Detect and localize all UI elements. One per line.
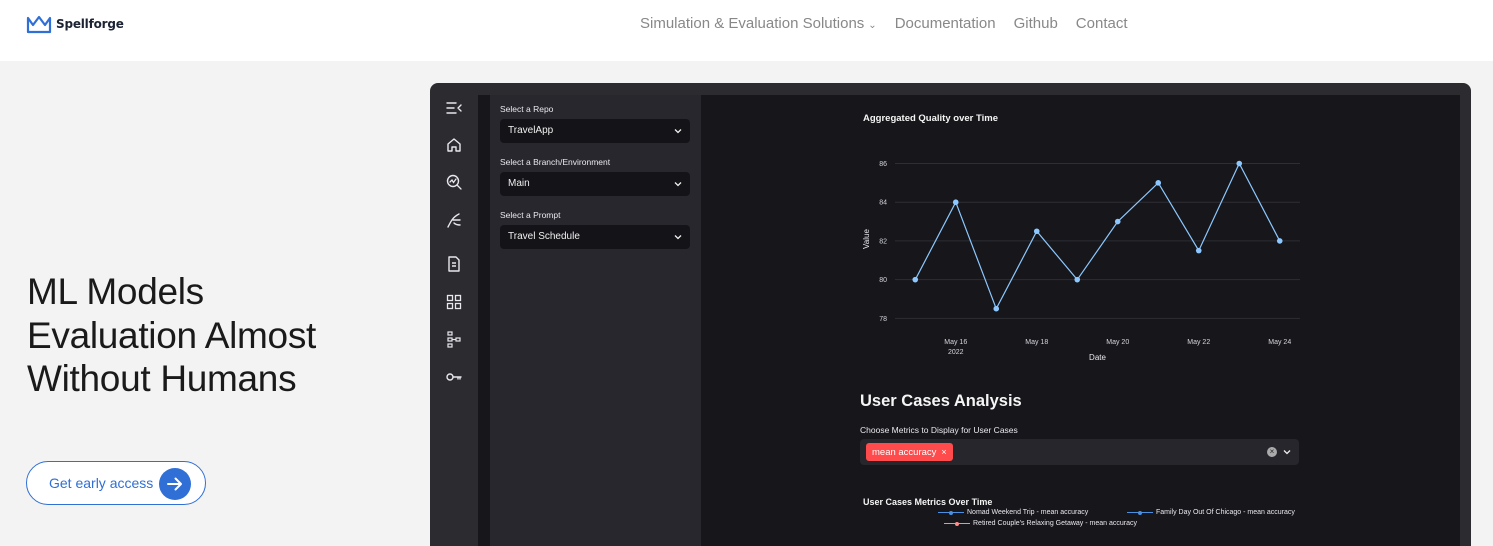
nav-item-contact[interactable]: Contact — [1076, 15, 1128, 32]
main-nav: Simulation & Evaluation Solutions ⌄ Docum… — [640, 15, 1128, 32]
y-tick-label: 86 — [879, 161, 887, 168]
nav-item-solutions-label: Simulation & Evaluation Solutions — [640, 15, 865, 32]
data-point — [993, 305, 1000, 312]
nav-item-github[interactable]: Github — [1014, 15, 1058, 32]
top-navbar: Spellforge Simulation & Evaluation Solut… — [0, 0, 1493, 61]
x-tick-label: May 24 — [1268, 339, 1291, 346]
legend-label: Retired Couple's Relaxing Getaway - mean… — [973, 520, 1137, 527]
crown-logo-icon — [26, 15, 52, 34]
y-tick-label: 82 — [879, 238, 887, 245]
metrics-label: Choose Metrics to Display for User Cases — [860, 425, 1018, 435]
collapse-sidebar-icon[interactable] — [445, 99, 463, 117]
y-axis-label: Value — [862, 229, 871, 249]
data-point — [1155, 180, 1162, 186]
document-icon[interactable] — [445, 255, 463, 273]
data-point — [912, 276, 919, 283]
legend-item[interactable]: Nomad Weekend Trip - mean accuracy — [938, 509, 1088, 516]
metrics-multiselect[interactable]: mean accuracy × × — [860, 439, 1299, 465]
aggregated-quality-chart: 78 80 82 84 86 May 16 2022 May 18 May 20 May 22 Ma… — [862, 160, 1300, 362]
user-cases-chart-title: User Cases Metrics Over Time — [863, 497, 993, 507]
cta-label: Get early access — [49, 475, 154, 491]
repo-select[interactable]: TravelApp — [500, 119, 690, 143]
x-tick-label: May 16 — [944, 339, 967, 346]
legend-item[interactable]: Family Day Out Of Chicago - mean accurac… — [1127, 509, 1295, 516]
x-tick-label: May 22 — [1187, 339, 1210, 346]
nav-item-solutions[interactable]: Simulation & Evaluation Solutions ⌄ — [640, 15, 877, 32]
repo-label: Select a Repo — [500, 104, 554, 114]
data-point — [952, 199, 959, 206]
legend-swatch — [1127, 510, 1153, 516]
x-tick-label: May 20 — [1106, 339, 1129, 346]
legend-label: Nomad Weekend Trip - mean accuracy — [967, 509, 1089, 516]
data-point — [1195, 247, 1202, 254]
user-cases-title: User Cases Analysis — [860, 392, 1022, 410]
brand-name: Spellforge — [56, 17, 124, 31]
x-tick-label: May 18 — [1025, 339, 1048, 346]
remove-tag-icon[interactable]: × — [941, 447, 946, 457]
flow-icon[interactable] — [445, 330, 463, 348]
data-point — [1276, 238, 1283, 244]
y-tick-label: 84 — [879, 200, 887, 207]
selected-metric-label: mean accuracy — [872, 446, 937, 458]
data-point — [1236, 160, 1243, 167]
legend-label: Family Day Out Of Chicago - mean accurac… — [1156, 509, 1295, 516]
home-icon[interactable] — [445, 136, 463, 154]
legend-swatch — [944, 521, 970, 527]
clear-icon[interactable]: × — [1267, 447, 1277, 457]
hero-title-line: Evaluation Almost — [27, 314, 317, 356]
x-axis-label: Date — [1089, 353, 1106, 362]
branch-icon[interactable] — [445, 211, 463, 229]
prompt-select[interactable]: Travel Schedule — [500, 225, 690, 249]
prompt-value: Travel Schedule — [508, 231, 580, 242]
branch-label: Select a Branch/Environment — [500, 157, 611, 167]
data-point — [1074, 276, 1081, 283]
branch-select[interactable]: Main — [500, 172, 690, 196]
selected-metric-tag: mean accuracy × — [866, 443, 953, 461]
get-early-access-button[interactable]: Get early access — [26, 461, 206, 505]
legend-swatch — [938, 510, 964, 516]
nav-item-documentation[interactable]: Documentation — [895, 15, 996, 32]
hero-title-line: ML Models — [27, 271, 204, 312]
repo-value: TravelApp — [508, 125, 554, 136]
chevron-down-icon — [674, 182, 682, 187]
chevron-down-icon — [674, 129, 682, 134]
legend-item[interactable]: Retired Couple's Relaxing Getaway - mean… — [944, 520, 1137, 527]
prompt-label: Select a Prompt — [500, 210, 561, 220]
x-tick-year-label: 2022 — [948, 349, 964, 356]
app-icon-rail — [430, 95, 478, 546]
key-icon[interactable] — [445, 368, 463, 386]
series-line — [914, 162, 1281, 311]
y-tick-label: 78 — [879, 316, 887, 323]
data-point — [1114, 218, 1121, 225]
chevron-down-icon[interactable] — [1283, 448, 1291, 456]
hero-title: ML Models Evaluation Almost Without Huma… — [27, 270, 387, 401]
y-tick-label: 80 — [879, 277, 887, 284]
chevron-down-icon: ⌄ — [868, 20, 877, 31]
chart-title: Aggregated Quality over Time — [863, 113, 998, 124]
search-chart-icon[interactable] — [445, 173, 463, 191]
data-point — [1033, 228, 1040, 235]
hero-title-line: Without Humans — [27, 358, 297, 399]
chevron-down-icon — [674, 235, 682, 240]
arrow-right-icon — [159, 468, 191, 500]
dashboard-icon[interactable] — [445, 293, 463, 311]
brand-logo[interactable]: Spellforge — [26, 14, 124, 34]
branch-value: Main — [508, 178, 530, 189]
